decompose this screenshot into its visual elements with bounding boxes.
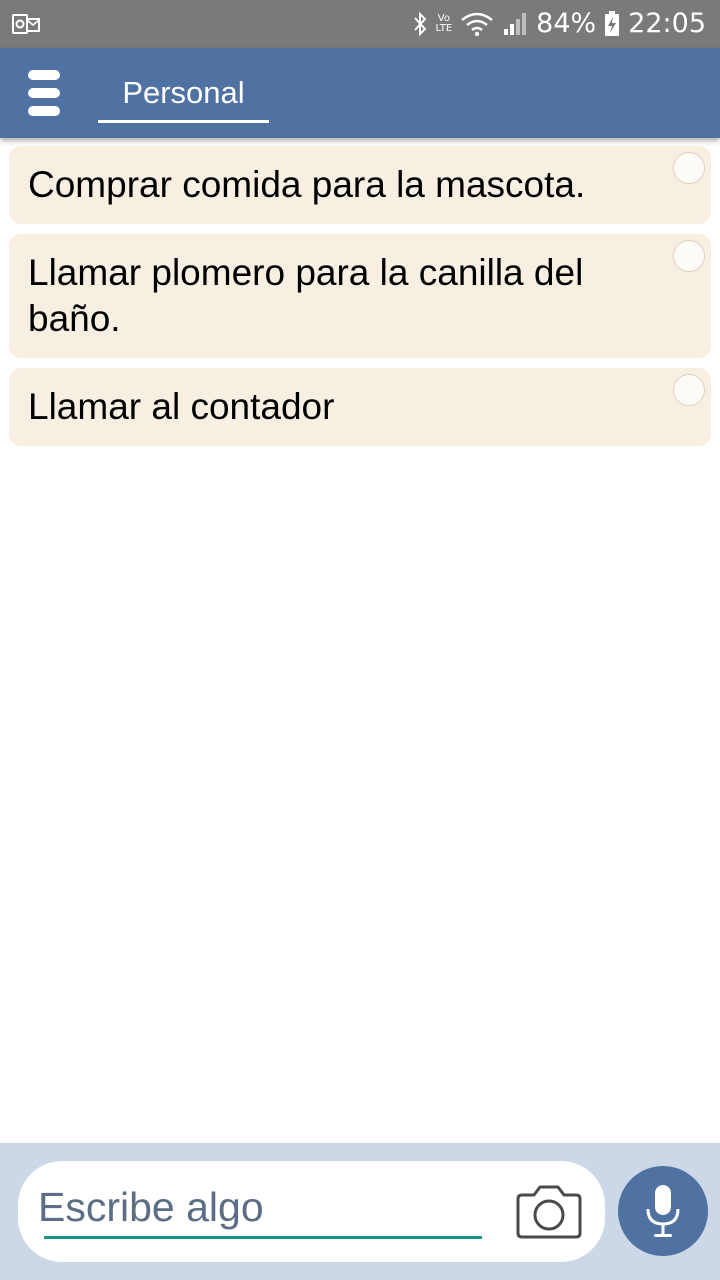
tab-label: Personal <box>122 75 245 110</box>
message-input[interactable] <box>38 1179 480 1235</box>
camera-icon[interactable] <box>514 1179 584 1243</box>
volte-label-bottom: LTE <box>435 23 453 34</box>
hamburger-menu-icon[interactable] <box>28 70 60 116</box>
menu-bar-bottom <box>28 106 60 116</box>
task-item[interactable]: Llamar al contador <box>9 368 711 446</box>
tab-indicator <box>98 120 269 123</box>
volte-icon: Vo LTE <box>436 14 453 34</box>
task-item[interactable]: Llamar plomero para la canilla del baño. <box>9 234 711 358</box>
status-icons: Vo LTE 84% 22:05 <box>412 0 706 48</box>
task-list: Comprar comida para la mascota. Llamar p… <box>9 146 711 456</box>
app-bar: Personal <box>0 48 720 138</box>
task-checkbox[interactable] <box>673 240 705 272</box>
battery-charging-icon <box>605 11 620 36</box>
outlook-notification-icon <box>12 11 40 37</box>
task-text: Llamar plomero para la canilla del baño. <box>28 252 584 339</box>
composer-bar <box>0 1143 720 1280</box>
battery-percent: 84% <box>536 8 597 39</box>
input-underline <box>44 1236 482 1239</box>
task-text: Llamar al contador <box>28 386 335 427</box>
microphone-icon[interactable] <box>618 1166 708 1256</box>
wifi-icon <box>461 12 493 37</box>
task-checkbox[interactable] <box>673 152 705 184</box>
task-text: Comprar comida para la mascota. <box>28 164 586 205</box>
task-checkbox[interactable] <box>673 374 705 406</box>
menu-bar-middle <box>28 88 60 98</box>
cell-signal-icon <box>504 13 527 35</box>
clock: 22:05 <box>628 8 706 39</box>
bluetooth-icon <box>413 11 426 37</box>
tab-personal[interactable]: Personal <box>98 48 269 138</box>
status-bar: Vo LTE 84% 22:05 <box>0 0 720 48</box>
composer-field <box>18 1161 605 1262</box>
task-item[interactable]: Comprar comida para la mascota. <box>9 146 711 224</box>
menu-bar-top <box>28 70 60 80</box>
